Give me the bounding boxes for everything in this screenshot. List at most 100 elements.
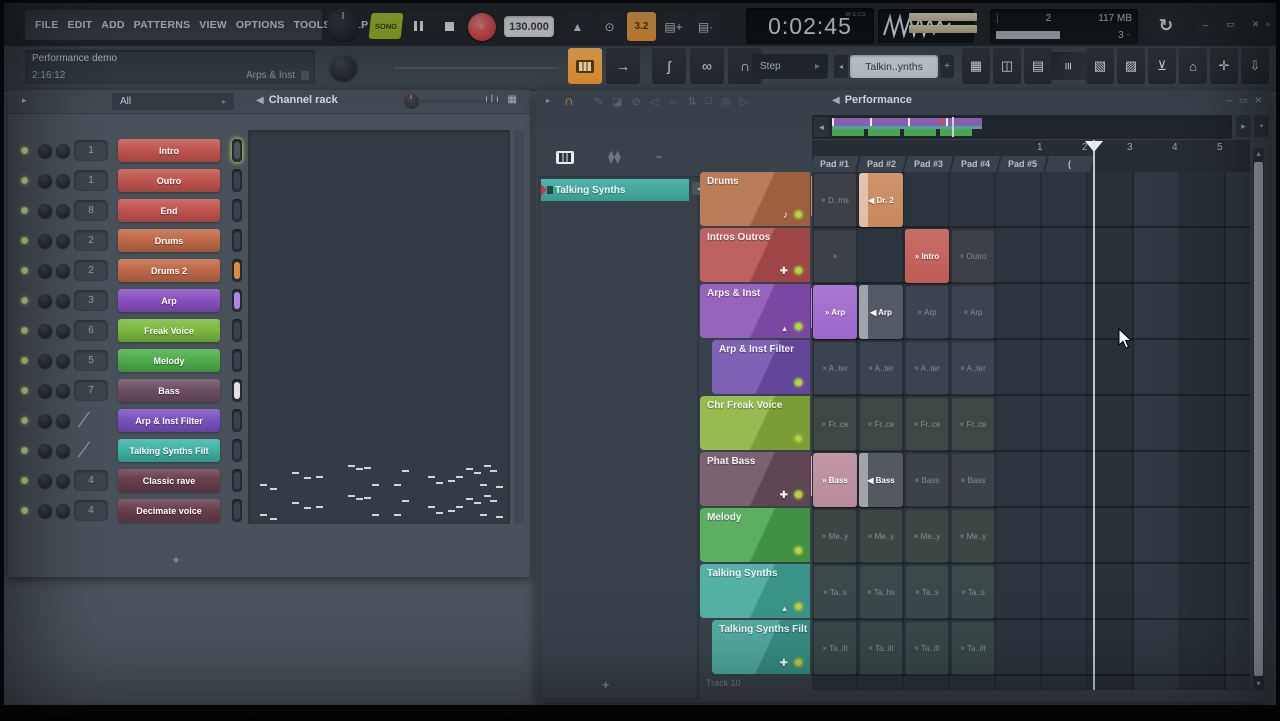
step-sequencer-area[interactable] xyxy=(248,130,510,524)
menu-file[interactable]: FILE xyxy=(35,19,59,31)
channel-mute-indicator[interactable] xyxy=(232,379,242,402)
channel-led[interactable] xyxy=(21,477,28,484)
channel-mute-indicator[interactable] xyxy=(232,499,242,522)
add-icon[interactable]: ✚ xyxy=(780,658,788,669)
clip-bass[interactable]: × Bass xyxy=(905,453,949,507)
channel-rack-header[interactable]: ▸ All ▸ ◀Channel rack ılı ▦ xyxy=(8,90,530,114)
slip-tool[interactable]: ↔ xyxy=(667,95,678,108)
toolbar-overflow-arrow[interactable]: ▸ xyxy=(1266,19,1271,30)
clip-a-ter[interactable]: × A..ter xyxy=(905,341,949,395)
navigator-dot-button[interactable]: • xyxy=(1254,115,1269,137)
pattern-add-button[interactable]: + xyxy=(940,55,954,78)
channel-button[interactable]: Drums xyxy=(118,229,220,252)
slide-notes-button[interactable]: ʃ xyxy=(652,48,686,84)
channel-led[interactable] xyxy=(21,207,28,214)
track-header-phat-bass[interactable]: Phat Bass✚ xyxy=(700,452,810,506)
channel-pan-knob[interactable] xyxy=(38,504,52,518)
channel-pan-knob[interactable] xyxy=(38,444,52,458)
playlist-grid[interactable]: × D..ms◀ Dr. 2× » Intro× Outro» Arp◀ Arp… xyxy=(812,172,1250,690)
channel-mute-indicator[interactable] xyxy=(232,439,242,462)
channel-pan-knob[interactable] xyxy=(38,234,52,248)
channel-button[interactable]: Arp & Inst Filter xyxy=(118,409,220,432)
channel-led[interactable] xyxy=(21,387,28,394)
clip-outro[interactable]: × Outro xyxy=(951,229,995,283)
add-icon[interactable]: ✚ xyxy=(780,266,788,277)
channel-pan-knob[interactable] xyxy=(38,414,52,428)
typing-count-button[interactable]: 3.2 xyxy=(627,12,656,41)
channel-volume-knob[interactable] xyxy=(56,294,70,308)
channel-button[interactable]: Classic rave xyxy=(118,469,220,492)
pad-tab-pad2[interactable]: Pad #2 xyxy=(857,156,908,172)
clip-a-ter[interactable]: × A..ter xyxy=(813,341,857,395)
playlist-header[interactable]: ▸ ∩ ✎◪⊘◁↔⇅□◎▷ ◀Performance – ▭ ✕ xyxy=(536,90,1270,113)
channel-volume-knob[interactable] xyxy=(56,324,70,338)
song-mode-switch[interactable]: SONG xyxy=(369,13,404,39)
playlist-vertical-scrollbar[interactable]: ▴ ▾ xyxy=(1253,148,1264,690)
clip-ta-ilt[interactable]: × Ta..ilt xyxy=(813,621,857,675)
clip-me-y[interactable]: × Me..y xyxy=(951,509,995,563)
channel-led[interactable] xyxy=(21,447,28,454)
select-tool[interactable]: □ xyxy=(706,95,713,108)
pad-tab-[interactable]: ( xyxy=(1045,156,1096,172)
track-header-track10[interactable]: Track 10 xyxy=(700,678,810,691)
channel-volume-knob[interactable] xyxy=(56,234,70,248)
channel-mute-indicator[interactable] xyxy=(232,349,242,372)
channel-led[interactable] xyxy=(21,267,28,274)
channel-target-number[interactable]: 2 xyxy=(74,260,108,281)
picker-item-talking-synths[interactable]: Talking Synths ◂ xyxy=(541,179,689,201)
track-led[interactable] xyxy=(794,546,803,555)
track-led[interactable] xyxy=(794,658,803,667)
track-header-intros-outros[interactable]: Intros Outros✚ xyxy=(700,228,810,282)
playlist-maximize[interactable]: ▭ xyxy=(1239,95,1248,106)
clip-ta-s[interactable]: × Ta..s xyxy=(905,565,949,619)
stop-button[interactable] xyxy=(434,12,464,40)
track-led[interactable] xyxy=(794,602,803,611)
channel-button[interactable]: Talking Synths Filt xyxy=(118,439,220,462)
channel-volume-knob[interactable] xyxy=(56,354,70,368)
add-icon[interactable]: ✚ xyxy=(780,490,788,501)
playlist-minimize[interactable]: – xyxy=(1227,95,1232,106)
channel-led[interactable] xyxy=(21,357,28,364)
rack-menu-arrow[interactable]: ▸ xyxy=(22,95,27,106)
draw-tool[interactable]: ✎ xyxy=(594,95,603,108)
rack-scrollbar[interactable] xyxy=(514,130,524,524)
channel-button[interactable]: Intro xyxy=(118,139,220,162)
tempo-display[interactable]: 130.000 xyxy=(504,16,554,37)
playlist-navigator[interactable]: ◂ xyxy=(812,115,1232,139)
mixer-toggle[interactable]: ≡ xyxy=(1051,52,1087,80)
channel-rack-toggle[interactable]: ▤ xyxy=(1024,48,1052,84)
channel-target-number[interactable]: 4 xyxy=(74,470,108,491)
menu-view[interactable]: VIEW xyxy=(199,19,227,31)
picker-add-button[interactable]: + xyxy=(602,677,610,692)
channel-button[interactable]: Bass xyxy=(118,379,220,402)
clip-fr-ce[interactable]: × Fr..ce xyxy=(813,397,857,451)
channel-target-number[interactable]: 4 xyxy=(74,500,108,521)
clip-a-ter[interactable]: × A..ter xyxy=(951,341,995,395)
channel-led[interactable] xyxy=(21,417,28,424)
channel-pan-knob[interactable] xyxy=(38,354,52,368)
clip-bass[interactable]: » Bass xyxy=(813,453,857,507)
channel-volume-knob[interactable] xyxy=(56,204,70,218)
channel-volume-knob[interactable] xyxy=(56,474,70,488)
navigator-left-arrow[interactable]: ◂ xyxy=(814,117,829,137)
playlist-toggle[interactable]: ▦ xyxy=(962,48,990,84)
channel-button[interactable]: Outro xyxy=(118,169,220,192)
clip-arp[interactable]: × Arp xyxy=(951,285,995,339)
channel-button[interactable]: Drums 2 xyxy=(118,259,220,282)
track-header-melody[interactable]: Melody xyxy=(700,508,810,562)
clip-a-ter[interactable]: × A..ter xyxy=(859,341,903,395)
channel-mute-indicator[interactable] xyxy=(232,259,242,282)
menu-patterns[interactable]: PATTERNS xyxy=(134,19,191,31)
clip-fr-ce[interactable]: × Fr..ce xyxy=(951,397,995,451)
pad-tab-pad4[interactable]: Pad #4 xyxy=(951,156,1002,172)
channel-volume-knob[interactable] xyxy=(56,384,70,398)
touch-controller-toggle[interactable]: ⌂ xyxy=(1179,48,1207,84)
loop-record-button[interactable]: ▤+ xyxy=(659,12,688,41)
channel-pan-knob[interactable] xyxy=(38,294,52,308)
clip-arp[interactable]: × Arp xyxy=(905,285,949,339)
channel-button[interactable]: Decimate voice xyxy=(118,499,220,522)
step-edit-button[interactable]: → xyxy=(606,48,640,84)
track-header-arp-inst-filter[interactable]: Arp & Inst Filter xyxy=(712,340,810,394)
pad-tab-pad5[interactable]: Pad #5 xyxy=(998,156,1049,172)
pattern-prev-button[interactable]: ◂ xyxy=(834,55,848,78)
